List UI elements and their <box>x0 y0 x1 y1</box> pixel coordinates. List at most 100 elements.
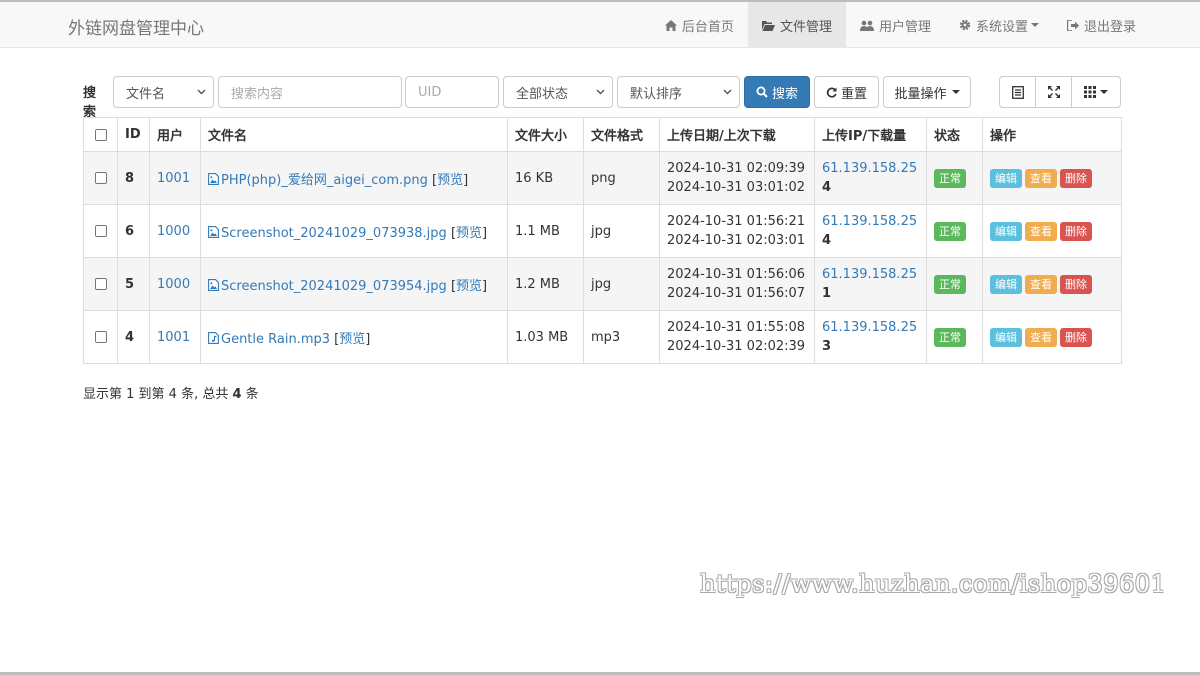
column-header-actions: 操作 <box>982 117 1122 152</box>
column-header-size[interactable]: 文件大小 <box>507 117 584 152</box>
row-ip-link[interactable]: 61.139.158.25 <box>822 318 919 337</box>
row-dates-cell: 2024-10-31 02:09:39 2024-10-31 03:01:02 <box>659 151 815 205</box>
row-select-cell <box>83 257 118 311</box>
view-button[interactable]: 查看 <box>1025 221 1057 241</box>
status-badge[interactable]: 正常 <box>934 168 966 188</box>
edit-button[interactable]: 编辑 <box>990 274 1022 294</box>
table-row: 4 1001 Gentle Rain.mp3 [预览] 1.03 MB mp3 2024-… <box>83 310 1122 364</box>
search-label: 搜索 <box>83 86 97 120</box>
column-header-ip-downloads[interactable]: 上传IP/下载量 <box>814 117 927 152</box>
search-button[interactable]: 搜索 <box>744 76 810 108</box>
row-upload-date: 2024-10-31 01:56:21 <box>667 214 806 229</box>
delete-button[interactable]: 删除 <box>1060 168 1092 188</box>
row-filename-cell: Gentle Rain.mp3 [预览] <box>200 310 508 364</box>
row-ip-cell: 61.139.158.25 1 <box>814 257 927 311</box>
column-header-format[interactable]: 文件格式 <box>583 117 660 152</box>
row-last-download: 2024-10-31 02:02:39 <box>667 339 806 354</box>
row-status-cell: 正常 <box>926 151 983 205</box>
pagination-suffix: 条 <box>241 387 259 402</box>
row-checkbox[interactable] <box>94 172 107 184</box>
row-dates-cell: 2024-10-31 01:56:06 2024-10-31 01:56:07 <box>659 257 815 311</box>
edit-button[interactable]: 编辑 <box>990 221 1022 241</box>
row-preview-link[interactable]: 预览 <box>339 332 365 347</box>
status-select-value: 全部状态 <box>516 86 569 102</box>
view-button[interactable]: 查看 <box>1025 327 1057 347</box>
row-filename-cell: Screenshot_20241029_073938.jpg [预览] <box>200 204 508 258</box>
row-user-link[interactable]: 1001 <box>157 330 190 345</box>
nav-settings[interactable]: 系统设置 <box>945 2 1053 48</box>
row-format: png <box>583 151 660 205</box>
row-filename-link[interactable]: Screenshot_20241029_073954.jpg <box>221 279 447 294</box>
status-badge[interactable]: 正常 <box>934 274 966 294</box>
column-header-status[interactable]: 状态 <box>926 117 983 152</box>
row-size: 16 KB <box>507 151 584 205</box>
row-user-link[interactable]: 1000 <box>157 224 190 239</box>
row-preview-link[interactable]: 预览 <box>456 279 482 294</box>
row-filename-link[interactable]: PHP(php)_爱给网_aigei_com.png <box>221 173 428 188</box>
column-header-filename[interactable]: 文件名 <box>200 117 508 152</box>
delete-button[interactable]: 删除 <box>1060 327 1092 347</box>
row-last-download: 2024-10-31 01:56:07 <box>667 286 806 301</box>
column-header-user[interactable]: 用户 <box>149 117 201 152</box>
row-status-cell: 正常 <box>926 310 983 364</box>
search-button-label: 搜索 <box>771 86 798 102</box>
status-badge[interactable]: 正常 <box>934 327 966 347</box>
folder-open-icon <box>761 20 775 31</box>
row-ip-link[interactable]: 61.139.158.25 <box>822 159 919 178</box>
row-ip-link[interactable]: 61.139.158.25 <box>822 265 919 284</box>
chevron-down-icon <box>197 89 206 95</box>
status-badge[interactable]: 正常 <box>934 221 966 241</box>
edit-button[interactable]: 编辑 <box>990 327 1022 347</box>
delete-button[interactable]: 删除 <box>1060 274 1092 294</box>
batch-actions-button[interactable]: 批量操作 <box>883 76 971 108</box>
row-ip-link[interactable]: 61.139.158.25 <box>822 212 919 231</box>
nav-users[interactable]: 用户管理 <box>846 2 945 48</box>
row-filename-link[interactable]: Screenshot_20241029_073938.jpg <box>221 226 447 241</box>
reset-button[interactable]: 重置 <box>814 76 879 108</box>
row-downloads: 4 <box>822 233 832 248</box>
edit-button[interactable]: 编辑 <box>990 168 1022 188</box>
row-checkbox[interactable] <box>94 331 107 343</box>
row-checkbox[interactable] <box>94 278 107 290</box>
row-format: jpg <box>583 257 660 311</box>
delete-button[interactable]: 删除 <box>1060 221 1092 241</box>
search-field-select[interactable]: 文件名 <box>113 76 214 108</box>
view-button[interactable]: 查看 <box>1025 274 1057 294</box>
nav-home[interactable]: 后台首页 <box>651 2 748 48</box>
column-header-dates[interactable]: 上传日期/上次下载 <box>659 117 815 152</box>
row-downloads: 4 <box>822 180 832 195</box>
row-status-cell: 正常 <box>926 257 983 311</box>
sort-select[interactable]: 默认排序 <box>617 76 740 108</box>
watermark-text: https://www.huzhan.com/ishop39601 <box>700 570 1167 598</box>
row-ip-cell: 61.139.158.25 4 <box>814 204 927 258</box>
row-actions-cell: 编辑 查看 删除 <box>982 257 1122 311</box>
nav-logout[interactable]: 退出登录 <box>1053 2 1150 48</box>
search-input[interactable]: 搜索内容 <box>218 76 402 108</box>
row-checkbox[interactable] <box>94 225 107 237</box>
list-view-button[interactable] <box>1000 77 1036 107</box>
row-ip-cell: 61.139.158.25 4 <box>814 151 927 205</box>
brand-title[interactable]: 外链网盘管理中心 <box>68 14 204 39</box>
row-preview-link[interactable]: 预览 <box>437 173 463 188</box>
chevron-down-icon <box>1100 90 1108 94</box>
table-header-row: ID 用户 文件名 文件大小 文件格式 上传日期/上次下载 上传IP/下载量 状… <box>83 117 1122 152</box>
row-filename-link[interactable]: Gentle Rain.mp3 <box>221 332 330 347</box>
row-user-link[interactable]: 1000 <box>157 277 190 292</box>
row-filename-cell: PHP(php)_爱给网_aigei_com.png [预览] <box>200 151 508 205</box>
grid-icon <box>1084 86 1096 98</box>
columns-toggle-button[interactable] <box>1072 77 1120 107</box>
view-button[interactable]: 查看 <box>1025 168 1057 188</box>
select-all-checkbox[interactable] <box>94 128 107 141</box>
row-dates-cell: 2024-10-31 01:56:21 2024-10-31 02:03:01 <box>659 204 815 258</box>
gear-icon <box>959 19 971 31</box>
row-user-link[interactable]: 1001 <box>157 171 190 186</box>
row-size: 1.1 MB <box>507 204 584 258</box>
fullscreen-button[interactable] <box>1036 77 1072 107</box>
row-id: 8 <box>117 151 150 205</box>
search-input-placeholder: 搜索内容 <box>231 86 284 102</box>
row-preview-link[interactable]: 预览 <box>456 226 482 241</box>
uid-input[interactable]: UID <box>405 76 499 108</box>
nav-files[interactable]: 文件管理 <box>747 2 846 48</box>
column-header-id[interactable]: ID <box>117 117 150 152</box>
status-select[interactable]: 全部状态 <box>503 76 613 108</box>
